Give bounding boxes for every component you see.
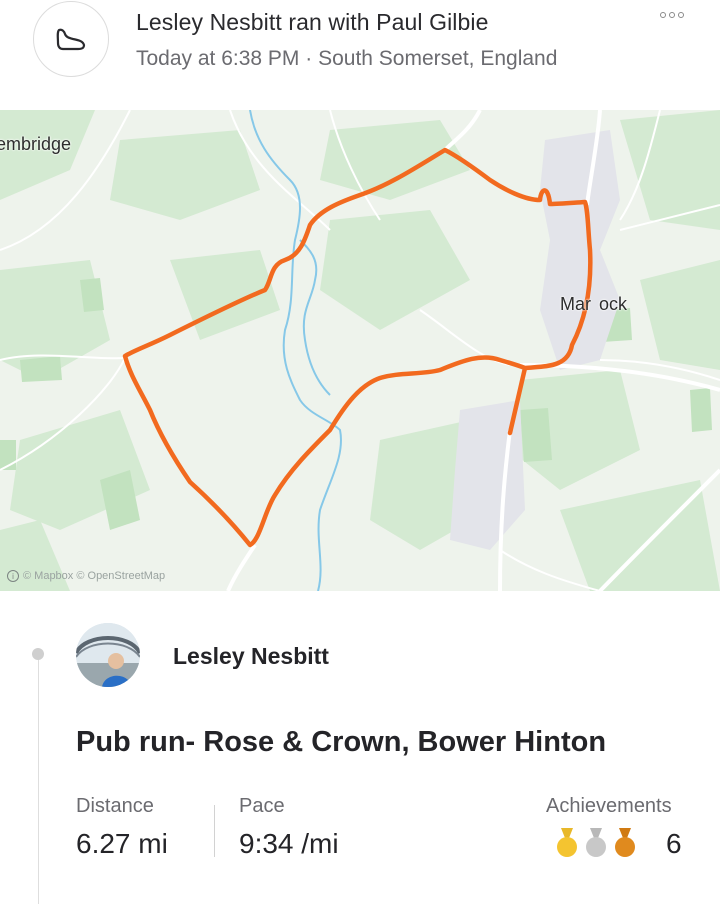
distance-label: Distance: [76, 795, 154, 817]
map-label-west-town: embridge: [0, 134, 72, 154]
timeline-line: [38, 652, 39, 904]
stat-divider: [214, 805, 215, 857]
bronze-medal-icon: [615, 828, 635, 857]
map-label-east-town-right: ock: [599, 294, 628, 314]
achievements-label: Achievements: [546, 795, 672, 817]
gold-medal-icon: [557, 828, 577, 857]
avatar-photo: [76, 623, 140, 687]
activity-title[interactable]: Pub run- Rose & Crown, Bower Hinton: [76, 726, 606, 759]
avatar[interactable]: [76, 623, 140, 687]
athlete-name[interactable]: Lesley Nesbitt: [173, 643, 329, 670]
achievements-count: 6: [666, 828, 682, 859]
activity-header-subtitle: Today at 6:38 PM · South Somerset, Engla…: [136, 47, 558, 70]
map-label-east-town-left: Mar: [560, 294, 591, 314]
achievement-medals[interactable]: [556, 828, 636, 858]
info-icon[interactable]: i: [7, 570, 19, 582]
distance-value: 6.27 mi: [76, 828, 168, 859]
shoe-icon: [56, 28, 86, 51]
activity-type-badge[interactable]: [33, 1, 109, 77]
activity-header: Lesley Nesbitt ran with Paul Gilbie Toda…: [0, 0, 720, 110]
timeline-dot: [32, 648, 44, 660]
more-options-icon[interactable]: [655, 6, 689, 24]
route-map[interactable]: embridge Mar ock i © Mapbox © OpenStreet…: [0, 110, 720, 591]
activity-header-title[interactable]: Lesley Nesbitt ran with Paul Gilbie: [136, 9, 489, 36]
map-canvas: [0, 110, 720, 591]
map-attribution-text: © Mapbox © OpenStreetMap: [23, 570, 166, 582]
pace-label: Pace: [239, 795, 285, 817]
silver-medal-icon: [586, 828, 606, 857]
map-attribution[interactable]: i © Mapbox © OpenStreetMap: [7, 570, 165, 582]
pace-value: 9:34 /mi: [239, 828, 339, 859]
